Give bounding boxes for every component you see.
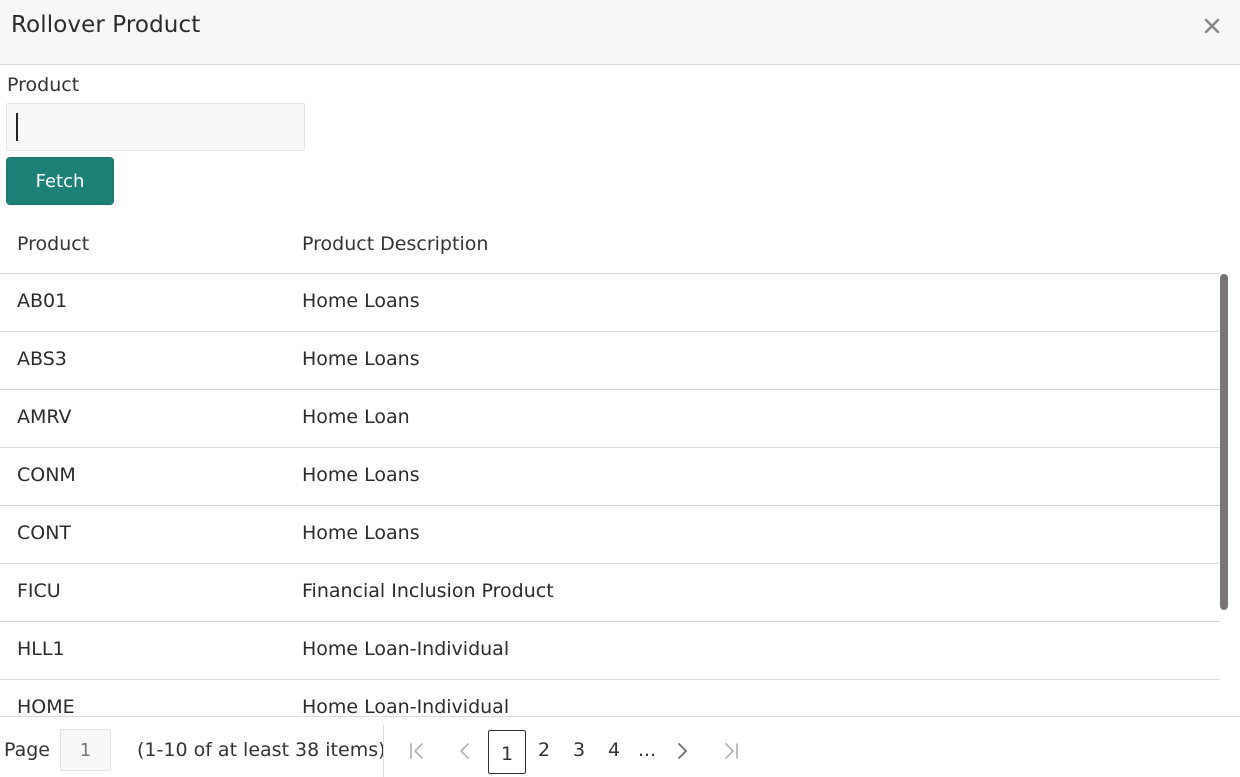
rollover-product-dialog: Rollover Product Product Fetch Product P… bbox=[0, 0, 1240, 777]
cell-description: Home Loan-Individual bbox=[302, 638, 510, 660]
product-field-label: Product bbox=[7, 74, 80, 96]
next-page-icon[interactable] bbox=[672, 741, 692, 761]
items-info: (1-10 of at least 38 items) bbox=[137, 739, 386, 761]
table-row[interactable]: FICU Financial Inclusion Product bbox=[0, 564, 1220, 622]
close-icon[interactable] bbox=[1198, 12, 1226, 40]
dialog-header: Rollover Product bbox=[0, 0, 1240, 65]
cell-description: Home Loans bbox=[302, 348, 420, 370]
last-page-icon[interactable] bbox=[721, 741, 741, 761]
cell-product: FICU bbox=[17, 580, 61, 602]
table-row[interactable]: AB01 Home Loans bbox=[0, 274, 1220, 332]
cell-description: Financial Inclusion Product bbox=[302, 580, 554, 602]
pagination-bar: Page (1-10 of at least 38 items) 1 2 3 4… bbox=[0, 716, 1240, 777]
table-row[interactable]: ABS3 Home Loans bbox=[0, 332, 1220, 390]
table-row[interactable]: HLL1 Home Loan-Individual bbox=[0, 622, 1220, 680]
page-button[interactable]: 4 bbox=[608, 739, 620, 761]
table-scrollbar[interactable] bbox=[1220, 274, 1228, 610]
column-header-product-description[interactable]: Product Description bbox=[302, 233, 488, 255]
text-caret bbox=[16, 113, 18, 141]
cell-product: AMRV bbox=[17, 406, 72, 428]
table-row[interactable]: AMRV Home Loan bbox=[0, 390, 1220, 448]
footer-divider bbox=[383, 725, 384, 777]
table-row[interactable]: CONM Home Loans bbox=[0, 448, 1220, 506]
current-page-button[interactable]: 1 bbox=[488, 730, 526, 774]
dialog-title: Rollover Product bbox=[11, 12, 201, 38]
cell-description: Home Loans bbox=[302, 290, 420, 312]
table-header: Product Product Description bbox=[0, 217, 1220, 274]
first-page-icon[interactable] bbox=[407, 741, 427, 761]
cell-product: CONT bbox=[17, 522, 72, 544]
cell-product: ABS3 bbox=[17, 348, 67, 370]
table-row[interactable]: CONT Home Loans bbox=[0, 506, 1220, 564]
page-button[interactable]: 2 bbox=[538, 739, 550, 761]
cell-description: Home Loans bbox=[302, 464, 420, 486]
cell-product: AB01 bbox=[17, 290, 68, 312]
page-label: Page bbox=[4, 739, 50, 761]
product-input[interactable] bbox=[6, 103, 305, 151]
cell-product: HLL1 bbox=[17, 638, 65, 660]
cell-description: Home Loan-Individual bbox=[302, 696, 510, 716]
pagination-ellipsis[interactable]: ... bbox=[638, 739, 656, 761]
previous-page-icon[interactable] bbox=[455, 741, 475, 761]
cell-product: CONM bbox=[17, 464, 76, 486]
page-number-input[interactable] bbox=[60, 729, 111, 771]
column-header-product[interactable]: Product bbox=[17, 233, 89, 255]
table-row[interactable]: HOME Home Loan-Individual bbox=[0, 680, 1220, 716]
fetch-button[interactable]: Fetch bbox=[6, 157, 114, 205]
cell-description: Home Loans bbox=[302, 522, 420, 544]
cell-description: Home Loan bbox=[302, 406, 410, 428]
page-button[interactable]: 3 bbox=[573, 739, 585, 761]
table-body: AB01 Home Loans ABS3 Home Loans AMRV Hom… bbox=[0, 274, 1220, 716]
cell-product: HOME bbox=[17, 696, 75, 716]
